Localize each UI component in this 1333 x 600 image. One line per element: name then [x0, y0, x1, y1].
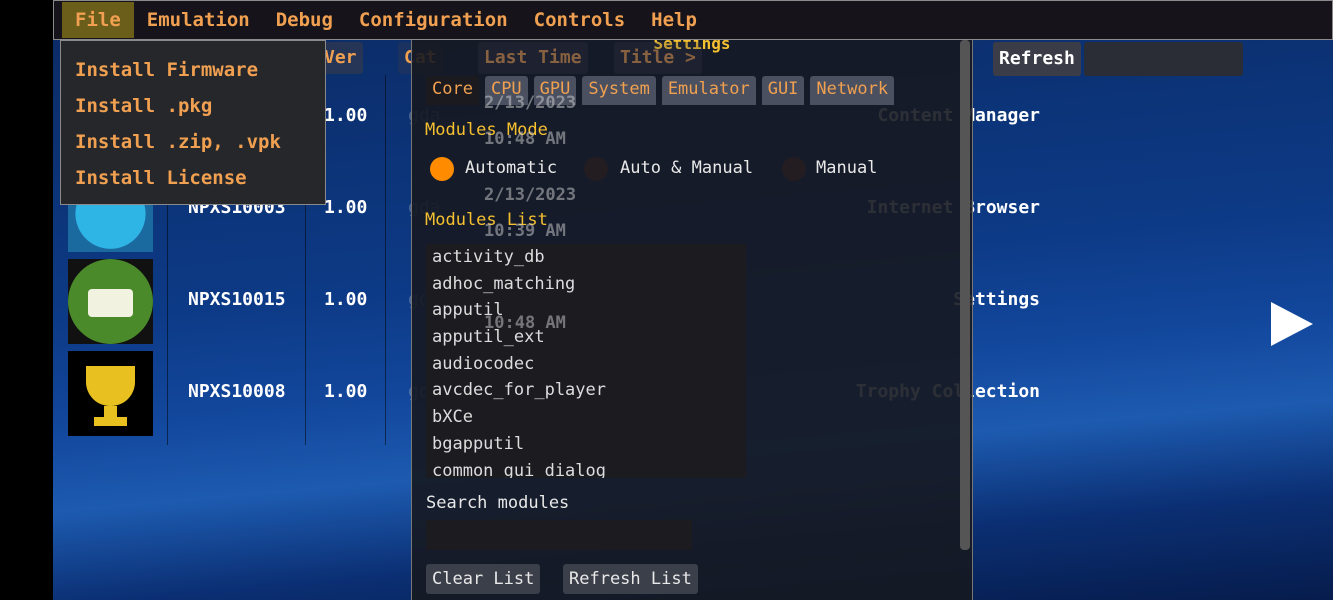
settings-scrollbar[interactable]: [960, 40, 970, 550]
manual-label: Manual: [816, 158, 878, 178]
file-menu-dropdown: Install Firmware Install .pkg Install .z…: [60, 40, 326, 205]
last-time: 10:39 AM: [484, 221, 566, 241]
tab-system[interactable]: System: [582, 76, 656, 105]
title-id: NPXS10015: [188, 289, 286, 310]
version: 1.00: [324, 105, 368, 126]
search-input[interactable]: [1084, 42, 1243, 76]
refresh-button[interactable]: Refresh: [993, 42, 1081, 76]
menu-configuration[interactable]: Configuration: [346, 2, 521, 38]
version: 1.00: [324, 197, 368, 218]
menu-bar: File Emulation Debug Configuration Contr…: [53, 0, 1333, 40]
title-id: NPXS10008: [188, 381, 286, 402]
search-modules-label: Search modules: [426, 493, 570, 513]
trophy-icon: [68, 351, 153, 436]
header-title[interactable]: Title >: [614, 42, 702, 74]
module-item[interactable]: avcdec_for_player: [426, 377, 746, 404]
header-last-time[interactable]: Last Time: [478, 42, 588, 74]
menu-debug[interactable]: Debug: [263, 2, 346, 38]
last-date: 2/13/2023: [484, 185, 577, 205]
module-item[interactable]: bXCe: [426, 404, 746, 431]
module-item[interactable]: common_gui_dialog: [426, 458, 746, 479]
module-item[interactable]: apputil: [426, 297, 746, 324]
radio-automatic[interactable]: [430, 157, 454, 181]
install-license-item[interactable]: Install License: [61, 163, 325, 199]
search-modules-input[interactable]: [426, 520, 692, 550]
menu-file[interactable]: File: [62, 2, 134, 38]
toolbox-icon: [68, 259, 153, 344]
install-firmware-item[interactable]: Install Firmware: [61, 55, 325, 91]
modules-list[interactable]: activity_db adhoc_matching apputil apput…: [426, 244, 746, 478]
auto-manual-label: Auto & Manual: [620, 158, 754, 178]
module-item[interactable]: adhoc_matching: [426, 271, 746, 298]
automatic-label: Automatic: [465, 158, 558, 178]
tab-network[interactable]: Network: [810, 76, 895, 105]
menu-emulation[interactable]: Emulation: [134, 2, 263, 38]
last-time: 10:48 AM: [484, 313, 566, 333]
last-date: 2/13/2023: [484, 93, 577, 113]
play-icon[interactable]: [1271, 302, 1313, 346]
radio-auto-manual[interactable]: [584, 157, 608, 181]
version: 1.00: [324, 289, 368, 310]
tab-emulator[interactable]: Emulator: [661, 76, 756, 105]
refresh-list-button[interactable]: Refresh List: [563, 564, 698, 594]
menu-controls[interactable]: Controls: [521, 2, 639, 38]
install-pkg-item[interactable]: Install .pkg: [61, 91, 325, 127]
last-time: 10:48 AM: [484, 129, 566, 149]
menu-help[interactable]: Help: [638, 2, 710, 38]
module-item[interactable]: activity_db: [426, 244, 746, 271]
tab-gui[interactable]: GUI: [761, 76, 805, 105]
clear-list-button[interactable]: Clear List: [426, 564, 541, 594]
version: 1.00: [324, 381, 368, 402]
module-item[interactable]: audiocodec: [426, 351, 746, 378]
module-item[interactable]: bgapputil: [426, 431, 746, 458]
module-item[interactable]: apputil_ext: [426, 324, 746, 351]
tab-core[interactable]: Core: [426, 76, 479, 105]
install-zip-vpk-item[interactable]: Install .zip, .vpk: [61, 127, 325, 163]
radio-manual[interactable]: [782, 157, 806, 181]
